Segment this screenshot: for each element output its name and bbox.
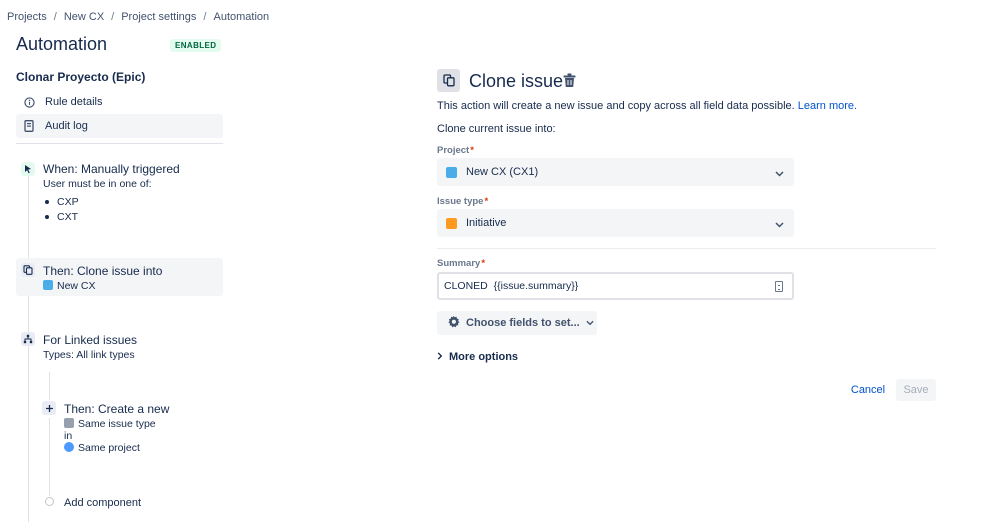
- create-title[interactable]: Then: Create a new: [64, 402, 169, 416]
- choose-fields-label: Choose fields to set...: [466, 317, 580, 329]
- add-component-button[interactable]: Add component: [64, 497, 141, 509]
- project-avatar-icon: [43, 280, 53, 290]
- smart-value-icon[interactable]: [775, 281, 783, 292]
- gear-icon: [447, 315, 460, 331]
- clone-into-label: Clone current issue into:: [437, 123, 556, 135]
- required-marker: *: [484, 196, 489, 207]
- copy-icon: [21, 263, 35, 277]
- issue-type-select-value: Initiative: [466, 217, 507, 229]
- hierarchy-icon: [21, 332, 35, 346]
- branch-title[interactable]: For Linked issues: [43, 333, 137, 347]
- create-project-label: Same project: [78, 442, 140, 454]
- rule-name: Clonar Proyecto (Epic): [16, 70, 146, 84]
- status-badge: ENABLED: [170, 39, 222, 52]
- chevron-down-icon: [775, 219, 784, 231]
- breadcrumb-separator: /: [53, 11, 57, 23]
- trigger-subtitle: User must be in one of:: [43, 178, 152, 190]
- branch-subtitle: Types: All link types: [43, 349, 135, 361]
- summary-field-label-text: Summary: [437, 258, 481, 269]
- create-project: Same project: [64, 442, 140, 454]
- clone-target-label: New CX: [57, 280, 96, 292]
- breadcrumb-separator: /: [111, 11, 115, 23]
- initiative-icon: [446, 217, 457, 229]
- cursor-click-icon: [21, 162, 35, 176]
- copy-icon: [437, 69, 460, 92]
- nav-divider: [16, 143, 223, 144]
- nav-rule-details[interactable]: Rule details: [16, 90, 223, 114]
- page-title: Automation: [16, 34, 108, 54]
- choose-fields-button[interactable]: Choose fields to set...: [437, 311, 597, 335]
- plus-icon: [42, 401, 56, 415]
- trash-icon[interactable]: [563, 73, 577, 89]
- clone-title: Then: Clone issue into: [43, 264, 163, 278]
- chevron-right-icon: [437, 351, 443, 363]
- panel-description-text: This action will create a new issue and …: [437, 100, 795, 112]
- required-marker: *: [470, 145, 474, 156]
- create-issue-type-label: Same issue type: [78, 418, 156, 430]
- breadcrumb-project-settings[interactable]: Project settings: [121, 11, 196, 23]
- more-options-toggle[interactable]: More options: [437, 351, 518, 363]
- breadcrumb-separator: /: [203, 11, 207, 23]
- issue-type-field-label: Issue type*: [437, 196, 488, 207]
- learn-more-link[interactable]: Learn more.: [798, 100, 857, 112]
- list-item: CXT: [43, 209, 79, 224]
- panel-divider: [437, 248, 936, 249]
- breadcrumb: Projects / New CX / Project settings / A…: [7, 11, 269, 23]
- nav-audit-log[interactable]: Audit log: [16, 114, 223, 138]
- add-component-dot-icon: [45, 497, 54, 506]
- breadcrumb-projects[interactable]: Projects: [7, 11, 47, 23]
- info-icon: [23, 96, 35, 108]
- nav-rule-details-label: Rule details: [45, 96, 103, 108]
- issue-type-icon: [64, 418, 74, 428]
- branch-connector-line: [49, 418, 50, 496]
- breadcrumb-project[interactable]: New CX: [64, 11, 104, 23]
- project-avatar-icon: [446, 166, 457, 178]
- nav-audit-log-label: Audit log: [45, 120, 88, 132]
- summary-input-value: CLONED {{issue.summary}}: [444, 280, 579, 292]
- project-select[interactable]: New CX (CX1): [437, 158, 794, 186]
- document-icon: [23, 120, 35, 132]
- list-item: CXP: [43, 194, 79, 209]
- trigger-groups-list: CXP CXT: [43, 194, 79, 224]
- clone-target: New CX: [43, 280, 96, 292]
- save-button[interactable]: Save: [896, 379, 936, 401]
- project-field-label: Project*: [437, 145, 474, 156]
- project-globe-icon: [64, 442, 74, 452]
- issue-type-field-label-text: Issue type: [437, 196, 484, 207]
- cancel-button[interactable]: Cancel: [846, 379, 890, 401]
- required-marker: *: [481, 258, 486, 269]
- branch-connector-line: [49, 372, 50, 400]
- rule-connector-line: [28, 176, 29, 522]
- more-options-label: More options: [449, 351, 519, 363]
- project-select-value: New CX (CX1): [466, 166, 539, 178]
- panel-description: This action will create a new issue and …: [437, 100, 857, 112]
- chevron-down-icon: [586, 317, 594, 329]
- create-issue-type: Same issue type: [64, 418, 156, 430]
- summary-field-label: Summary*: [437, 258, 485, 269]
- issue-type-select[interactable]: Initiative: [437, 209, 794, 237]
- create-in-label: in: [64, 430, 73, 442]
- project-field-label-text: Project: [437, 145, 470, 156]
- trigger-title[interactable]: When: Manually triggered: [43, 162, 180, 176]
- summary-input[interactable]: CLONED {{issue.summary}}: [437, 272, 794, 300]
- chevron-down-icon: [775, 168, 784, 180]
- breadcrumb-automation[interactable]: Automation: [213, 11, 269, 23]
- panel-title: Clone issue: [469, 71, 564, 91]
